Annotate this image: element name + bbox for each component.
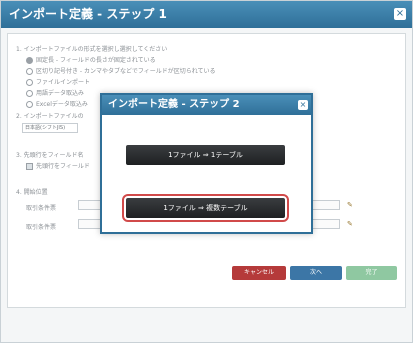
finish-button[interactable]: 完了 <box>346 266 397 280</box>
encoding-select[interactable]: 日本語(シフトJIS) <box>22 123 78 133</box>
radio-icon[interactable] <box>26 90 33 97</box>
radio-icon[interactable] <box>26 101 33 108</box>
section-2-label: 2. インポートファイルの <box>16 113 84 120</box>
format-option-fixed[interactable]: 固定長 - フィールドの長さが固定されている <box>26 55 156 64</box>
outer-close-button[interactable]: × <box>394 8 406 20</box>
format-option-term-data[interactable]: 用語データ取込み <box>26 88 84 97</box>
cancel-button[interactable]: キャンセル <box>232 266 286 280</box>
one-file-one-table-button[interactable]: 1ファイル ⇒ 1テーブル <box>126 145 285 165</box>
radio-icon[interactable] <box>26 79 33 86</box>
format-option-excel-label: Excelデータ取込み <box>36 101 88 108</box>
header-row-checkbox[interactable]: 先頭行をフィールド <box>26 161 90 170</box>
pencil-icon[interactable]: ✎ <box>347 201 355 209</box>
pencil-icon[interactable]: ✎ <box>347 220 355 228</box>
section-3-label: 3. 先頭行をフィールド名 <box>16 152 84 159</box>
format-option-term-data-label: 用語データ取込み <box>36 90 85 97</box>
dialog-title: インポート定義 - ステップ 2 <box>102 95 311 115</box>
radio-icon[interactable] <box>26 57 33 64</box>
radio-icon[interactable] <box>26 68 33 75</box>
one-file-multi-table-button[interactable]: 1ファイル ⇒ 複数テーブル <box>122 194 289 222</box>
format-option-file-import-label: ファイルインポート <box>36 79 91 86</box>
dialog-close-button[interactable]: × <box>298 100 308 110</box>
format-option-delimited-label: 区切り記号付き - カンマやタブなどでフィールドが区切られている <box>36 68 216 75</box>
header-row-checkbox-label: 先頭行をフィールド <box>36 163 90 170</box>
section-1-label: 1. インポートファイルの形式を選択し選択してください <box>16 46 168 53</box>
checkbox-icon[interactable] <box>26 163 33 170</box>
outer-window-title: インポート定義 - ステップ 1 <box>1 1 412 28</box>
format-option-delimited[interactable]: 区切り記号付き - カンマやタブなどでフィールドが区切られている <box>26 66 216 75</box>
start-row-label-1: 取引条件票 <box>26 205 57 212</box>
format-option-fixed-label: 固定長 - フィールドの長さが固定されている <box>36 57 156 64</box>
section-4-label: 4. 開始位置 <box>16 189 48 196</box>
format-option-excel[interactable]: Excelデータ取込み <box>26 99 88 108</box>
next-button[interactable]: 次へ <box>290 266 342 280</box>
import-wizard-step2-dialog: インポート定義 - ステップ 2 × 1ファイル ⇒ 1テーブル 1ファイル ⇒… <box>100 93 313 234</box>
format-option-file-import[interactable]: ファイルインポート <box>26 77 90 86</box>
start-row-label-2: 取引条件票 <box>26 224 57 231</box>
